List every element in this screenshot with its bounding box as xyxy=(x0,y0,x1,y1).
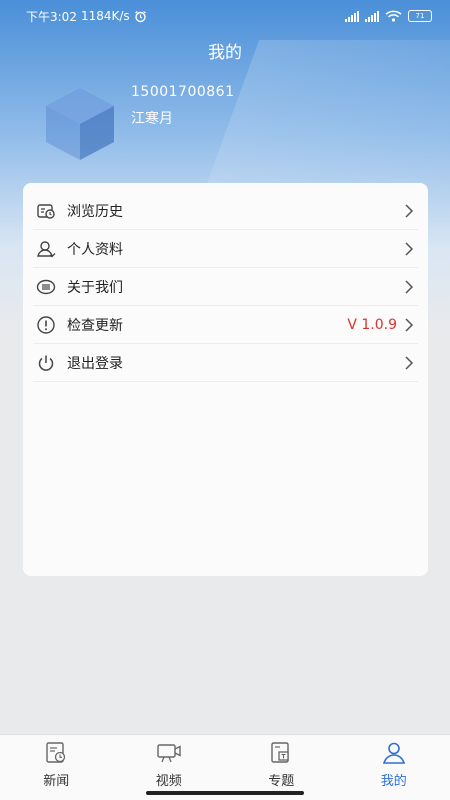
user-icon xyxy=(37,240,56,257)
status-speed: 1184K/s xyxy=(80,9,130,23)
signal-icon-2 xyxy=(365,10,379,22)
history-icon xyxy=(37,203,55,219)
menu-item-history[interactable]: 浏览历史 xyxy=(33,192,418,230)
page-title: 我的 xyxy=(208,43,242,63)
menu-item-about[interactable]: 关于我们 xyxy=(33,268,418,306)
tab-label-topic: 专题 xyxy=(268,774,295,789)
menu-item-update[interactable]: 检查更新 V 1.0.9 xyxy=(33,306,418,344)
status-bar: 下午3:02 1184K/s 71 xyxy=(0,0,450,32)
menu-label-about: 关于我们 xyxy=(67,279,123,296)
profile-name: 江寒月 xyxy=(131,111,173,127)
avatar[interactable] xyxy=(42,86,118,162)
video-icon xyxy=(157,744,181,763)
home-indicator[interactable] xyxy=(146,791,304,795)
chevron-right-icon xyxy=(405,355,414,370)
menu-label-profile: 个人资料 xyxy=(67,241,123,258)
profile-phone: 15001700861 xyxy=(131,84,235,100)
tab-label-video: 视频 xyxy=(155,774,182,789)
tab-label-mine: 我的 xyxy=(380,774,407,789)
chevron-right-icon xyxy=(405,241,414,256)
chevron-right-icon xyxy=(405,279,414,294)
version-value: V 1.0.9 xyxy=(347,316,397,333)
menu-label-update: 检查更新 xyxy=(67,317,123,334)
tab-mine[interactable]: 我的 xyxy=(338,735,450,800)
menu-card: 浏览历史 个人资料 关于我们 检查更新 V 1.0.9 退出登录 xyxy=(23,183,428,576)
signal-icon xyxy=(345,10,359,22)
menu-item-profile[interactable]: 个人资料 xyxy=(33,230,418,268)
tab-news[interactable]: 新闻 xyxy=(0,735,113,800)
battery-icon: 71 xyxy=(408,10,432,22)
wifi-icon xyxy=(385,10,402,22)
about-icon xyxy=(36,279,56,294)
power-icon xyxy=(38,355,54,371)
chevron-right-icon xyxy=(405,203,414,218)
menu-item-logout[interactable]: 退出登录 xyxy=(33,344,418,382)
person-icon xyxy=(382,742,405,764)
alarm-icon xyxy=(134,10,146,22)
status-time: 下午3:02 xyxy=(26,9,77,24)
info-icon xyxy=(37,315,55,334)
topic-icon xyxy=(271,742,289,763)
menu-label-logout: 退出登录 xyxy=(67,355,123,372)
menu-label-history: 浏览历史 xyxy=(67,203,123,220)
chevron-right-icon xyxy=(405,317,414,332)
news-icon xyxy=(46,742,66,763)
tab-label-news: 新闻 xyxy=(43,774,70,789)
